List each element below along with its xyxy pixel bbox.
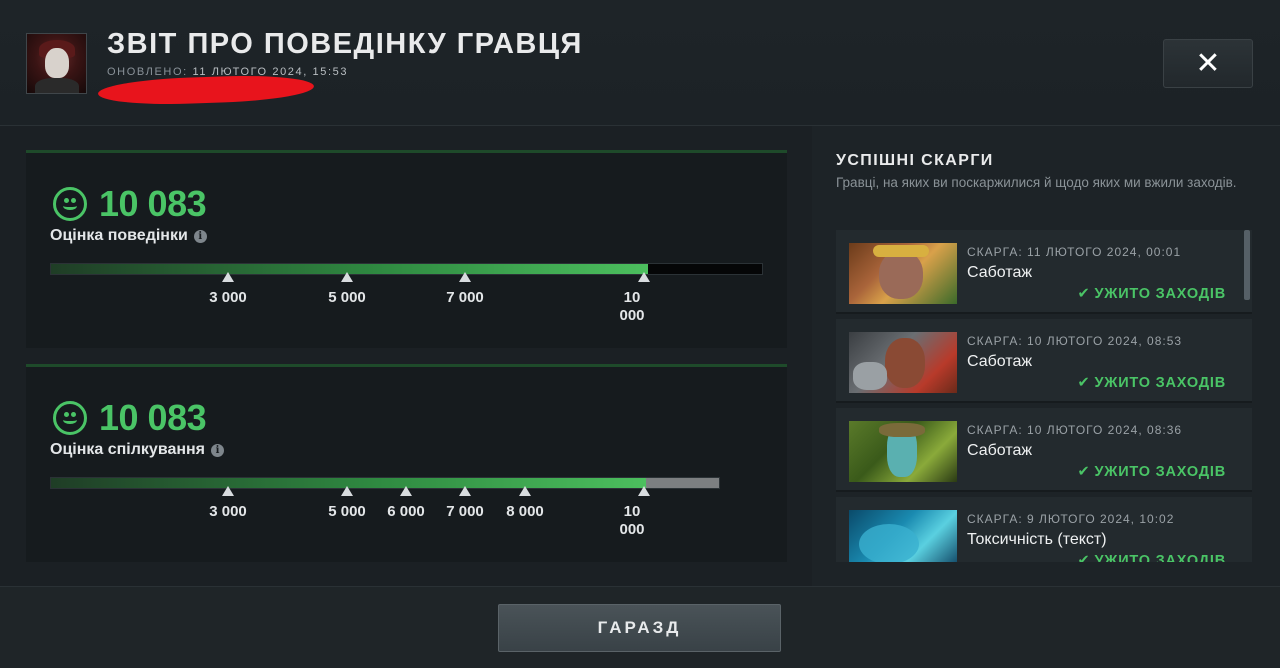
behavior-score-panel: 10 083 Оцінка поведінки i 3 000 5 000 7 … — [26, 150, 787, 348]
hero-thumbnail — [849, 510, 957, 562]
smile-icon — [53, 401, 87, 435]
tick-marker — [400, 486, 412, 496]
tick-marker — [519, 486, 531, 496]
report-item[interactable]: СКАРГА: 10 ЛЮТОГО 2024, 08:36 Саботаж ✔ У… — [836, 408, 1252, 492]
report-status: ✔ УЖИТО ЗАХОДІВ — [1078, 553, 1226, 562]
report-reason: Токсичність (текст) — [967, 531, 1107, 548]
tick-marker — [638, 486, 650, 496]
tick-label: 6 000 — [387, 503, 425, 520]
behavior-score-value: 10 083 — [99, 183, 207, 224]
communication-score-panel: 10 083 Оцінка спілкування i 3 000 5 000 … — [26, 364, 787, 562]
info-icon[interactable]: i — [193, 229, 207, 243]
check-icon: ✔ — [1077, 553, 1091, 562]
hero-thumbnail — [849, 421, 957, 482]
behavior-score-remainder — [648, 264, 762, 274]
check-icon: ✔ — [1077, 375, 1091, 391]
communication-score-bar — [50, 477, 720, 489]
page-title: ЗВІТ ПРО ПОВЕДІНКУ ГРАВЦЯ — [107, 28, 583, 60]
tick-label: 5 000 — [328, 289, 366, 306]
tick-label: 10 000 — [619, 503, 645, 538]
report-reason: Саботаж — [967, 442, 1033, 459]
tick-label: 10 000 — [619, 289, 645, 324]
report-reason: Саботаж — [967, 264, 1033, 281]
hero-thumbnail — [849, 243, 957, 304]
reports-title: УСПІШНІ СКАРГИ — [836, 152, 994, 169]
tick-marker — [222, 486, 234, 496]
tick-marker — [341, 272, 353, 282]
check-icon: ✔ — [1077, 286, 1091, 302]
report-date: СКАРГА: 10 ЛЮТОГО 2024, 08:53 — [967, 334, 1183, 348]
report-reason: Саботаж — [967, 353, 1033, 370]
tick-marker — [638, 272, 650, 282]
hero-thumbnail — [849, 332, 957, 393]
report-item[interactable]: СКАРГА: 11 ЛЮТОГО 2024, 00:01 Саботаж ✔ У… — [836, 230, 1252, 314]
ok-button[interactable]: ГАРАЗД — [498, 604, 781, 652]
tick-label: 5 000 — [328, 503, 366, 520]
report-date: СКАРГА: 9 ЛЮТОГО 2024, 10:02 — [967, 512, 1175, 526]
footer: ГАРАЗД — [0, 586, 1280, 668]
report-header: ЗВІТ ПРО ПОВЕДІНКУ ГРАВЦЯ ОНОВЛЕНО: 11 Л… — [0, 0, 1280, 126]
report-date: СКАРГА: 11 ЛЮТОГО 2024, 00:01 — [967, 245, 1182, 259]
reports-list[interactable]: СКАРГА: 11 ЛЮТОГО 2024, 00:01 Саботаж ✔ У… — [836, 230, 1254, 562]
behavior-score-bar — [50, 263, 763, 275]
tick-marker — [341, 486, 353, 496]
report-item[interactable]: СКАРГА: 9 ЛЮТОГО 2024, 10:02 Токсичність… — [836, 497, 1252, 562]
tick-label: 7 000 — [446, 503, 484, 520]
redaction-mark — [97, 73, 315, 107]
updated-label: ОНОВЛЕНО: — [107, 66, 188, 78]
player-avatar — [26, 33, 87, 94]
behavior-score-label: Оцінка поведінки — [50, 227, 188, 244]
close-icon: ✕ — [1195, 46, 1221, 80]
tick-marker — [222, 272, 234, 282]
report-date: СКАРГА: 10 ЛЮТОГО 2024, 08:36 — [967, 423, 1183, 437]
tick-label: 8 000 — [506, 503, 544, 520]
info-icon[interactable]: i — [211, 443, 225, 457]
reports-scrollbar[interactable] — [1244, 230, 1250, 300]
successful-reports-panel: УСПІШНІ СКАРГИ Гравці, на яких ви поскар… — [812, 126, 1280, 586]
tick-label: 3 000 — [209, 289, 247, 306]
communication-score-label: Оцінка спілкування — [50, 441, 206, 458]
report-status: ✔ УЖИТО ЗАХОДІВ — [1077, 464, 1226, 480]
report-item[interactable]: СКАРГА: 10 ЛЮТОГО 2024, 08:53 Саботаж ✔ У… — [836, 319, 1252, 403]
tick-label: 3 000 — [209, 503, 247, 520]
report-status: ✔ УЖИТО ЗАХОДІВ — [1077, 375, 1226, 391]
tick-marker — [459, 486, 471, 496]
close-button[interactable]: ✕ — [1163, 39, 1253, 88]
smile-icon — [53, 187, 87, 221]
reports-subtitle: Гравці, на яких ви поскаржилися й щодо я… — [836, 175, 1237, 190]
tick-marker — [459, 272, 471, 282]
tick-label: 7 000 — [446, 289, 484, 306]
communication-score-value: 10 083 — [99, 397, 207, 438]
check-icon: ✔ — [1077, 464, 1091, 480]
communication-score-remainder — [645, 478, 719, 488]
report-status: ✔ УЖИТО ЗАХОДІВ — [1077, 286, 1226, 302]
